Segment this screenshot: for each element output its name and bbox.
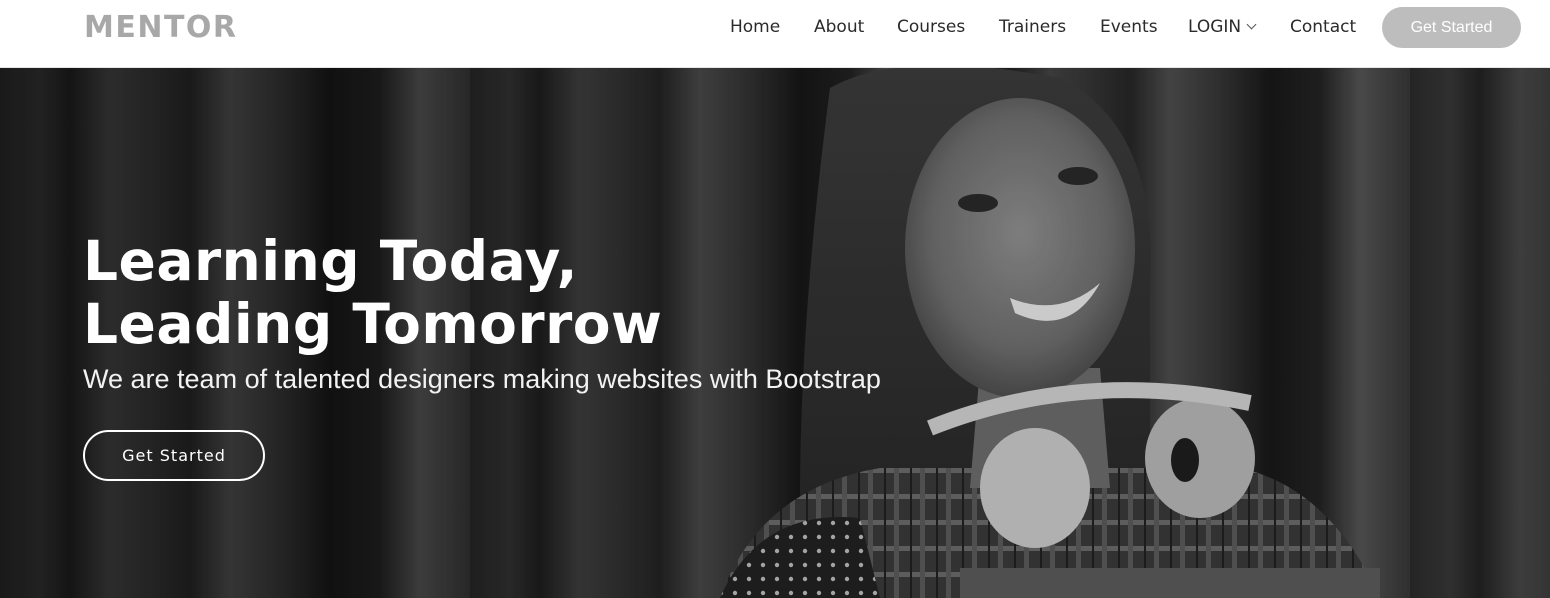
nav-login-label: LOGIN [1188,17,1242,37]
hero-title: Learning Today, Leading Tomorrow [83,230,662,356]
nav-trainers[interactable]: Trainers [999,17,1066,37]
main-nav: Home About Courses Trainers Events LOGIN… [0,0,1550,68]
hero-title-line2: Leading Tomorrow [83,292,663,356]
hero-title-line1: Learning Today, [83,229,579,293]
nav-courses[interactable]: Courses [897,17,965,37]
header-get-started-button[interactable]: Get Started [1382,7,1521,48]
nav-contact[interactable]: Contact [1290,17,1356,37]
hero-subtitle: We are team of talented designers making… [83,364,881,394]
chevron-down-icon [1246,19,1257,30]
nav-about[interactable]: About [814,17,864,37]
hero-section: Learning Today, Leading Tomorrow We are … [0,68,1550,598]
nav-login-dropdown[interactable]: LOGIN [1188,17,1257,37]
hero-get-started-button[interactable]: Get Started [83,430,265,481]
site-header: MENTOR Home About Courses Trainers Event… [0,0,1550,68]
nav-events[interactable]: Events [1100,17,1158,37]
nav-home[interactable]: Home [730,17,780,37]
